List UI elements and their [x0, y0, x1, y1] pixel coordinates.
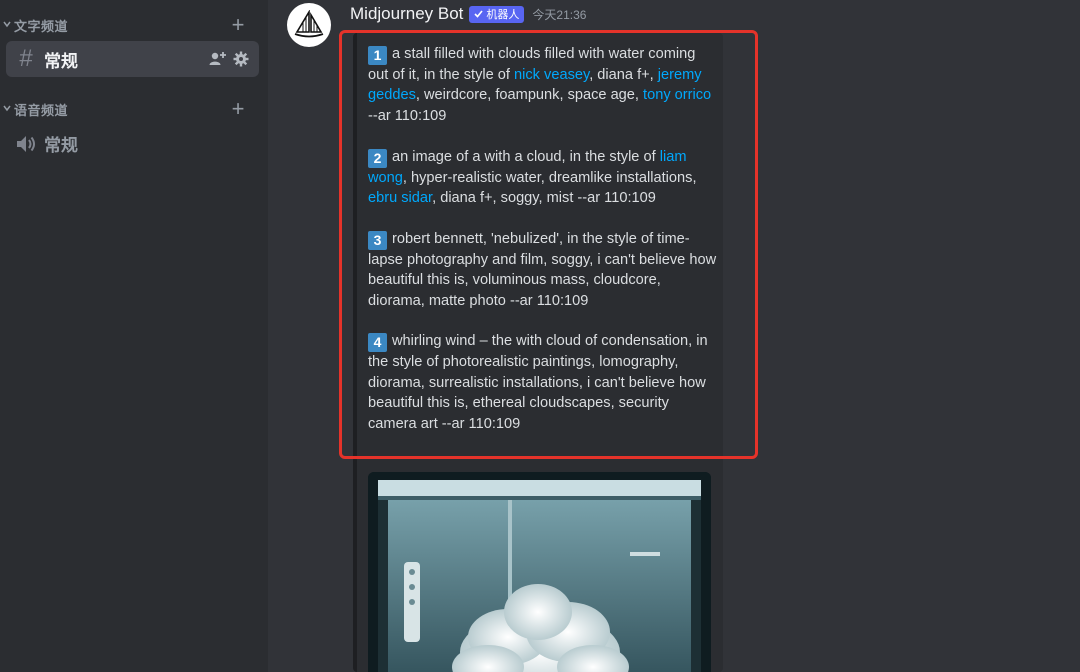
checkmark-icon: [474, 10, 484, 18]
category-text-channels[interactable]: 文字频道 +: [0, 13, 268, 37]
hash-icon: #: [19, 45, 33, 72]
category-voice-channels[interactable]: 语音频道 +: [0, 97, 268, 121]
category-label: 文字频道: [14, 18, 69, 34]
channel-sidebar: 文字频道 + # 常规 语音频道 + 常规: [0, 0, 268, 672]
bot-badge-label: 机器人: [486, 9, 520, 21]
gear-icon[interactable]: [233, 51, 249, 67]
message-area: Midjourney Bot 机器人 今天21:36 1a stall fill…: [268, 0, 1080, 672]
channel-item-general-text[interactable]: # 常规: [6, 41, 259, 77]
avatar[interactable]: [287, 3, 331, 47]
chevron-down-icon: [0, 104, 14, 115]
chevron-down-icon: [0, 20, 14, 31]
speaker-icon: [10, 125, 42, 161]
message-timestamp: 今天21:36: [532, 7, 587, 22]
generated-image[interactable]: [368, 472, 711, 672]
add-member-icon[interactable]: [209, 51, 226, 67]
channel-item-general-voice[interactable]: 常规: [6, 125, 259, 161]
sailboat-logo: [294, 10, 324, 38]
channel-label: 常规: [44, 135, 78, 155]
highlight-box: [339, 30, 758, 459]
message-header: Midjourney Bot 机器人 今天21:36: [350, 3, 586, 25]
channel-label: 常规: [44, 51, 78, 71]
add-channel-plus-icon[interactable]: +: [228, 13, 248, 37]
bot-badge: 机器人: [469, 5, 525, 23]
author-name[interactable]: Midjourney Bot: [350, 4, 463, 24]
category-label: 语音频道: [14, 102, 69, 118]
add-channel-plus-icon[interactable]: +: [228, 97, 248, 121]
